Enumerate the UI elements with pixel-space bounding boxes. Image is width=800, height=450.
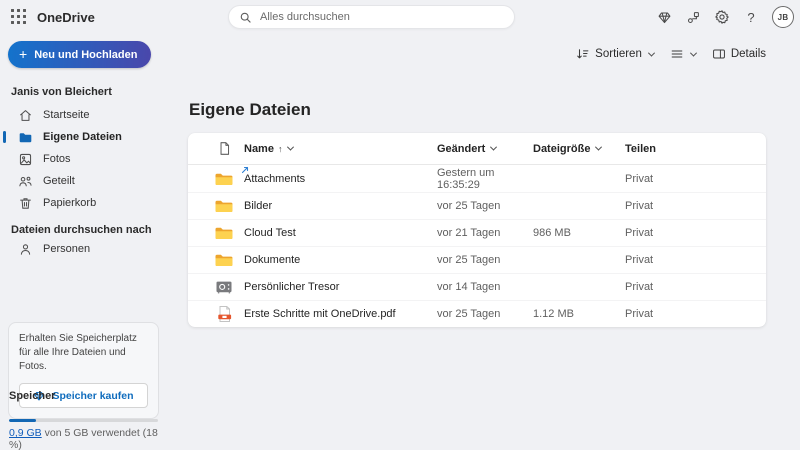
plus-icon: + <box>19 47 27 61</box>
table-header: Name ↑ Geändert Dateigröße Teilen <box>188 133 766 165</box>
details-button[interactable]: Details <box>712 47 766 61</box>
file-sharing: Privat <box>625 254 750 266</box>
file-name: Erste Schritte mit OneDrive.pdf <box>244 308 437 320</box>
chevron-down-icon <box>287 144 294 151</box>
avatar[interactable]: JB <box>772 6 794 28</box>
sidebar-item-startseite[interactable]: Startseite <box>0 104 170 126</box>
folder-icon <box>204 198 244 214</box>
sort-icon <box>576 47 590 61</box>
sparkle-icon <box>241 164 251 174</box>
new-upload-button[interactable]: + Neu und Hochladen <box>8 41 151 68</box>
sidebar-item-geteilt[interactable]: Geteilt <box>0 170 170 192</box>
sidebar-nav: Startseite Eigene Dateien Fotos <box>0 104 170 214</box>
promo-text: Erhalten Sie Speicherplatz für alle Ihre… <box>19 332 148 374</box>
sidebar: + Neu und Hochladen Janis von Bleichert … <box>0 34 170 450</box>
search-input[interactable] <box>260 11 504 23</box>
sort-ascending-icon: ↑ <box>278 144 283 154</box>
table-row[interactable]: Persönlicher Tresor vor 14 Tagen Privat <box>188 273 766 300</box>
sidebar-item-eigene-dateien[interactable]: Eigene Dateien <box>0 126 170 148</box>
file-sharing: Privat <box>625 200 750 212</box>
photo-icon <box>18 152 33 167</box>
browse-section-header: Dateien durchsuchen nach <box>11 224 152 236</box>
vault-icon <box>204 279 244 295</box>
table-row[interactable]: Erste Schritte mit OneDrive.pdf vor 25 T… <box>188 300 766 327</box>
file-modified: vor 21 Tagen <box>437 227 533 239</box>
search-bar[interactable] <box>228 5 515 29</box>
file-size: 986 MB <box>533 227 625 239</box>
table-row[interactable]: Cloud Test vor 21 Tagen 986 MB Privat <box>188 219 766 246</box>
trash-icon <box>18 196 33 211</box>
view-switch-button[interactable] <box>670 47 696 61</box>
column-header-name[interactable]: Name ↑ <box>244 143 437 155</box>
chevron-down-icon <box>595 144 602 151</box>
column-header-sharing[interactable]: Teilen <box>625 143 750 155</box>
search-icon <box>239 11 252 24</box>
help-icon[interactable]: ? <box>743 9 759 25</box>
whats-new-flow-icon[interactable] <box>685 9 701 25</box>
folder-icon <box>204 225 244 241</box>
people-icon <box>18 174 33 189</box>
file-type-column-icon[interactable] <box>204 141 244 156</box>
sidebar-browse-nav: Personen <box>0 238 170 260</box>
details-pane-icon <box>712 47 726 61</box>
table-row[interactable]: Dokumente vor 25 Tagen Privat <box>188 246 766 273</box>
file-sharing: Privat <box>625 173 750 185</box>
file-name: Cloud Test <box>244 227 437 239</box>
storage-promo-card: Erhalten Sie Speicherplatz für alle Ihre… <box>8 322 159 419</box>
file-list-card: Name ↑ Geändert Dateigröße Teilen <box>188 133 766 327</box>
file-modified: Gestern um 16:35:29 <box>437 167 533 191</box>
table-row[interactable]: Bilder vor 25 Tagen Privat <box>188 192 766 219</box>
page-title: Eigene Dateien <box>189 100 311 120</box>
file-modified: vor 25 Tagen <box>437 308 533 320</box>
storage-usage-text: 0,9 GB von 5 GB verwendet (18 %) <box>9 427 170 450</box>
table-row[interactable]: Attachments Gestern um 16:35:29 Privat <box>188 165 766 192</box>
app-launcher-icon[interactable] <box>10 8 28 26</box>
settings-gear-icon[interactable] <box>714 9 730 25</box>
folder-icon <box>204 171 244 187</box>
list-view-icon <box>670 47 684 61</box>
file-name: Dokumente <box>244 254 437 266</box>
file-name: Bilder <box>244 200 437 212</box>
chevron-down-icon <box>648 49 655 56</box>
file-modified: vor 14 Tagen <box>437 281 533 293</box>
column-header-modified[interactable]: Geändert <box>437 143 533 155</box>
chevron-down-icon <box>690 49 697 56</box>
folder-icon <box>18 130 33 145</box>
column-header-size[interactable]: Dateigröße <box>533 143 625 155</box>
file-sharing: Privat <box>625 281 750 293</box>
file-name: Persönlicher Tresor <box>244 281 437 293</box>
sidebar-item-fotos[interactable]: Fotos <box>0 148 170 170</box>
file-size: 1.12 MB <box>533 308 625 320</box>
chevron-down-icon <box>490 144 497 151</box>
folder-icon <box>204 252 244 268</box>
sidebar-item-personen[interactable]: Personen <box>0 238 170 260</box>
file-modified: vor 25 Tagen <box>437 254 533 266</box>
file-sharing: Privat <box>625 227 750 239</box>
user-name: Janis von Bleichert <box>11 86 112 98</box>
toolbar: Sortieren Details <box>576 47 766 61</box>
premium-diamond-icon[interactable] <box>656 9 672 25</box>
storage-progress-bar <box>9 419 158 422</box>
storage-progress-fill <box>9 419 36 422</box>
file-modified: vor 25 Tagen <box>437 200 533 212</box>
person-icon <box>18 242 33 257</box>
file-sharing: Privat <box>625 308 750 320</box>
file-name: Attachments <box>244 173 437 185</box>
pdf-file-icon <box>204 305 244 323</box>
storage-used-link[interactable]: 0,9 GB <box>9 427 42 439</box>
sort-button[interactable]: Sortieren <box>576 47 654 61</box>
home-icon <box>18 108 33 123</box>
sidebar-item-papierkorb[interactable]: Papierkorb <box>0 192 170 214</box>
app-title: OneDrive <box>37 10 95 25</box>
storage-header: Speicher <box>9 390 55 402</box>
top-bar: OneDrive ? JB <box>0 0 800 34</box>
